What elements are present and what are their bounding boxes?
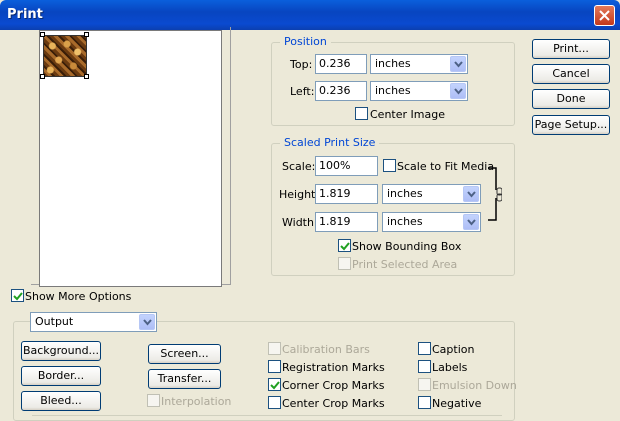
bounding-handle[interactable] [84, 32, 89, 37]
height-unit-value: inches [387, 187, 423, 200]
screen-button[interactable]: Screen... [148, 344, 221, 364]
negative-label: Negative [432, 397, 482, 410]
labels-checkbox[interactable] [418, 360, 431, 373]
interpolation-label: Interpolation [161, 395, 232, 408]
print-dialog: Print Print... Cancel Done Page Setup...… [0, 0, 620, 421]
print-selected-area-checkbox [338, 257, 351, 270]
print-button[interactable]: Print... [532, 39, 610, 59]
width-unit-select[interactable]: inches [382, 212, 481, 232]
top-input[interactable]: 0.236 [315, 54, 367, 74]
link-icon[interactable] [488, 166, 502, 222]
corner-crop-marks-checkbox[interactable] [268, 378, 281, 391]
checkmark-icon [13, 292, 23, 301]
bleed-button[interactable]: Bleed... [21, 391, 101, 411]
interpolation-checkbox [147, 394, 160, 407]
center-image-label: Center Image [370, 108, 445, 121]
title-bar: Print [0, 0, 620, 30]
scale-input[interactable]: 100% [315, 156, 378, 176]
bottom-divider [32, 415, 502, 416]
left-label: Left: [290, 85, 315, 98]
image-thumbnail[interactable] [43, 35, 87, 77]
show-bounding-box-checkbox[interactable] [338, 239, 351, 252]
chevron-down-icon [454, 88, 463, 95]
height-input[interactable]: 1.819 [315, 184, 378, 204]
chevron-down-icon [454, 61, 463, 68]
checkmark-icon [270, 381, 280, 390]
emulsion-down-checkbox [418, 378, 431, 391]
bounding-handle[interactable] [40, 74, 45, 79]
registration-marks-label: Registration Marks [282, 361, 385, 374]
chevron-down-icon [467, 191, 476, 198]
show-more-options-checkbox[interactable] [11, 289, 24, 302]
labels-label: Labels [432, 361, 468, 374]
top-label: Top: [290, 58, 313, 71]
close-icon [599, 10, 610, 21]
page-setup-button[interactable]: Page Setup... [532, 115, 610, 135]
chevron-down-icon [467, 219, 476, 226]
center-crop-marks-label: Center Crop Marks [282, 397, 385, 410]
corner-crop-marks-label: Corner Crop Marks [282, 379, 385, 392]
transfer-button[interactable]: Transfer... [148, 369, 221, 389]
caption-checkbox[interactable] [418, 342, 431, 355]
center-crop-marks-checkbox[interactable] [268, 396, 281, 409]
calibration-bars-label: Calibration Bars [282, 343, 370, 356]
top-unit-select[interactable]: inches [370, 54, 468, 74]
show-bounding-box-label: Show Bounding Box [352, 240, 462, 253]
checkmark-icon [340, 242, 350, 251]
width-unit-value: inches [387, 215, 423, 228]
output-select-value: Output [35, 315, 74, 328]
output-select[interactable]: Output [30, 312, 157, 332]
scaled-print-size-title: Scaled Print Size [280, 136, 380, 149]
top-unit-value: inches [375, 57, 411, 70]
chevron-down-icon [143, 319, 152, 326]
height-unit-select[interactable]: inches [382, 184, 481, 204]
close-button[interactable] [594, 5, 615, 26]
background-button[interactable]: Background... [21, 341, 101, 361]
show-more-options-label: Show More Options [25, 290, 132, 303]
caption-label: Caption [432, 343, 475, 356]
left-input[interactable]: 0.236 [315, 81, 367, 101]
scale-to-fit-label: Scale to Fit Media [397, 160, 495, 173]
bounding-handle[interactable] [40, 32, 45, 37]
height-label: Height: [279, 188, 320, 201]
cancel-button[interactable]: Cancel [532, 64, 610, 84]
width-input[interactable]: 1.819 [315, 212, 378, 232]
left-unit-select[interactable]: inches [370, 81, 468, 101]
window-title: Print [7, 7, 43, 22]
scale-label: Scale: [282, 160, 316, 173]
border-button[interactable]: Border... [21, 366, 101, 386]
registration-marks-checkbox[interactable] [268, 360, 281, 373]
emulsion-down-label: Emulsion Down [432, 379, 517, 392]
position-title: Position [280, 35, 331, 48]
done-button[interactable]: Done [532, 89, 610, 109]
bounding-handle[interactable] [84, 74, 89, 79]
scale-to-fit-checkbox[interactable] [383, 159, 396, 172]
width-label: Width: [282, 216, 318, 229]
left-unit-value: inches [375, 84, 411, 97]
print-selected-area-label: Print Selected Area [352, 258, 458, 271]
negative-checkbox[interactable] [418, 396, 431, 409]
calibration-bars-checkbox [268, 342, 281, 355]
center-image-checkbox[interactable] [355, 107, 368, 120]
